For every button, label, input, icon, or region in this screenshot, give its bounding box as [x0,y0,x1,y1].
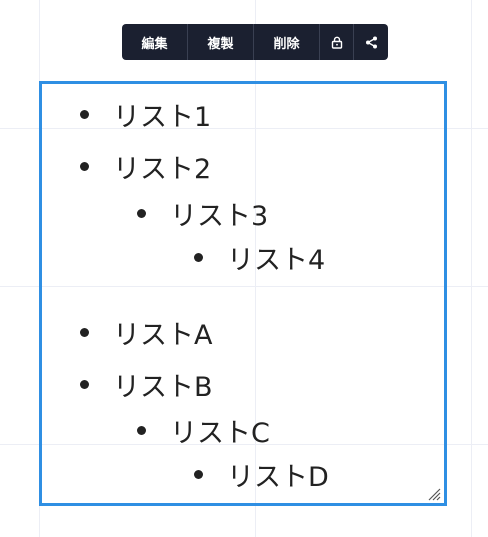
bullet-dot [80,327,89,337]
list-item: リスト3 [137,196,269,232]
share-button[interactable] [354,24,387,60]
grid-line [471,0,472,537]
list-item: リスト1 [80,97,212,133]
lock-icon [331,36,342,49]
list-item-label: リストD [227,461,329,493]
list-item: リストD [194,457,329,493]
list-item: リストC [137,413,270,449]
element-toolbar: 編集 複製 削除 [122,24,388,60]
lock-button[interactable] [320,24,355,60]
share-icon [365,36,377,48]
list-item: リスト4 [194,240,326,276]
edit-button[interactable]: 編集 [122,24,188,60]
bullet-dot [80,379,89,389]
list-item: リストA [80,315,213,351]
list-item-label: リスト3 [170,200,269,232]
list-item: リストB [80,367,213,403]
list-item-label: リストC [170,417,270,449]
bullet-dot [80,109,89,119]
duplicate-button[interactable]: 複製 [188,24,254,60]
bullet-dot [137,425,146,435]
list-item-label: リスト1 [113,101,212,133]
list-item-label: リストA [113,319,213,351]
list-item-label: リストB [113,371,213,403]
bullet-dot [80,161,89,171]
bullet-dot [194,469,203,479]
list-item-label: リスト4 [227,244,326,276]
list-item: リスト2 [80,149,212,185]
delete-button[interactable]: 削除 [254,24,320,60]
bullet-dot [137,208,146,218]
list-item-label: リスト2 [113,153,212,185]
bullet-dot [194,252,203,262]
resize-handle-icon[interactable] [427,487,441,501]
